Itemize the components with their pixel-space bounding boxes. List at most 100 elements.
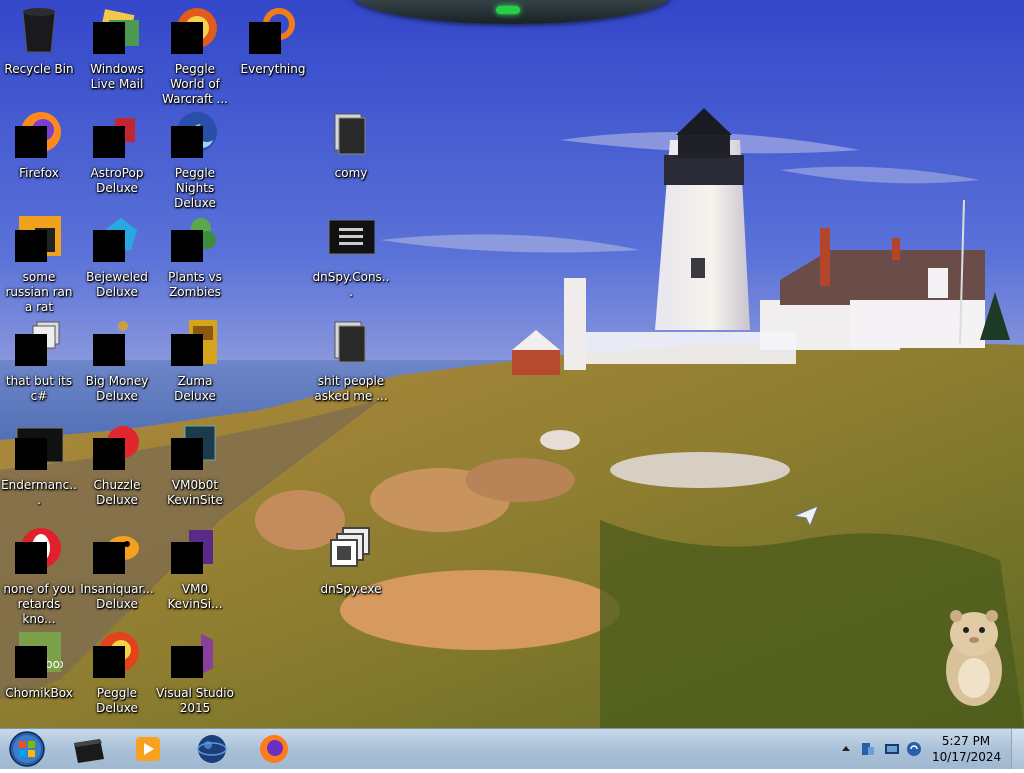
desktop-icon-comy[interactable]: comy [312, 110, 390, 206]
system-tray: 5:27 PM 10/17/2024 [838, 729, 1024, 769]
redaction-box [93, 438, 125, 470]
desktop-icon-vm0b0t-kevinsite[interactable]: VM0b0t KevinSite [156, 422, 234, 518]
desktop-icon-plants-vs-zombies[interactable]: Plants vs Zombies [156, 214, 234, 310]
peggle-icon [93, 630, 141, 678]
desktop-icon-bejeweled-deluxe[interactable]: Bejeweled Deluxe [78, 214, 156, 310]
chomikbox-icon: box [15, 630, 67, 678]
fish-icon [93, 526, 141, 574]
desktop-icon-none-of-you-retards[interactable]: none of you retards kno... [0, 526, 78, 626]
icon-label: Bejeweled Deluxe [86, 270, 148, 299]
clock-time: 5:27 PM [941, 734, 991, 748]
folder-icon [327, 110, 375, 158]
volume-icon[interactable] [906, 741, 922, 757]
media-player-icon [136, 737, 160, 761]
icon-label: Endermanc... [1, 478, 77, 507]
icon-label: VM0 KevinSi... [167, 582, 223, 611]
firefox-icon [260, 735, 288, 763]
console-icon [327, 214, 376, 262]
taskbar-clock[interactable]: 5:27 PM 10/17/2024 [932, 733, 1002, 765]
icon-label: none of you retards kno... [3, 582, 75, 626]
redaction-box [171, 126, 203, 158]
globe-icon [197, 735, 227, 763]
gadget-status-led [496, 6, 520, 14]
search-icon [249, 6, 297, 54]
desktop-icon-shit-people-asked-me[interactable]: shit people asked me ... [312, 318, 390, 414]
icon-label: Peggle Nights Deluxe [174, 166, 216, 210]
dnspy-icon [327, 526, 375, 574]
gem-icon [93, 214, 141, 262]
mail-icon [93, 6, 141, 54]
desktop-icon-recycle-bin[interactable]: Recycle Bin [0, 6, 78, 102]
desktop-icon-chuzzle-deluxe[interactable]: Chuzzle Deluxe [78, 422, 156, 518]
redaction-box [15, 230, 47, 262]
recycle-bin-icon [15, 6, 63, 54]
clock-date: 10/17/2024 [932, 750, 1002, 764]
icon-label: Chuzzle Deluxe [93, 478, 141, 507]
application-icon [15, 318, 63, 366]
redaction-box [93, 22, 125, 54]
mouse-pointer-icon [792, 504, 820, 532]
money-bag-icon [93, 318, 141, 366]
desktop-icon-some-russian-ran-a-rat[interactable]: some russian ran a rat [0, 214, 78, 314]
redaction-box [15, 646, 47, 678]
taskbar-explorer-button[interactable] [64, 731, 112, 767]
redaction-box [93, 334, 125, 366]
show-desktop-button[interactable] [1011, 729, 1024, 769]
icon-label: Zuma Deluxe [174, 374, 216, 403]
peggle-icon [171, 110, 219, 158]
desktop-icon-everything[interactable]: Everything [234, 6, 312, 102]
icon-label: dnSpy.exe [320, 582, 382, 596]
desktop-icon-peggle-world-of-warcraft[interactable]: Peggle World of Warcraft ... [156, 6, 234, 106]
redaction-box [93, 646, 125, 678]
desktop-icon-chomikbox[interactable]: box ChomikBox [0, 630, 78, 726]
desktop-icon-endermanch[interactable]: Endermanc... [0, 422, 78, 518]
start-button[interactable] [6, 729, 48, 769]
desktop-icon-dnspy-console[interactable]: dnSpy.Cons... [312, 214, 390, 310]
desktop-icon-peggle-deluxe[interactable]: Peggle Deluxe [78, 630, 156, 726]
redaction-box [171, 230, 203, 262]
redaction-box [171, 334, 203, 366]
show-hidden-icons-chevron-icon[interactable] [838, 741, 854, 757]
redaction-box [171, 438, 203, 470]
redaction-box [15, 126, 47, 158]
icon-label: VM0b0t KevinSite [167, 478, 223, 507]
taskbar-firefox-button[interactable] [250, 731, 298, 767]
icon-label: Everything [240, 62, 306, 76]
desktop-icon-dnspy-exe[interactable]: dnSpy.exe [312, 526, 390, 622]
redaction-box [93, 126, 125, 158]
desktop-icon-visual-studio-2015[interactable]: Visual Studio 2015 [156, 630, 234, 726]
redaction-box [171, 22, 203, 54]
redaction-box [93, 230, 125, 262]
desktop-icon-that-but-its-c[interactable]: that but its c# [0, 318, 78, 414]
console-icon [15, 422, 64, 470]
application-icon [171, 422, 219, 470]
network-icon[interactable] [860, 741, 876, 757]
desktop-icon-zuma-deluxe[interactable]: Zuma Deluxe [156, 318, 234, 414]
display-icon[interactable] [884, 741, 900, 757]
desktop-icon-windows-live-mail[interactable]: Windows Live Mail [78, 6, 156, 102]
explorer-icon [74, 739, 104, 763]
icon-label: that but its c# [5, 374, 73, 403]
redaction-box [171, 646, 203, 678]
plant-icon [171, 214, 219, 262]
taskbar-media-player-button[interactable] [124, 731, 172, 767]
icon-label: Peggle Deluxe [96, 686, 138, 715]
desktop-icon-big-money-deluxe[interactable]: Big Money Deluxe [78, 318, 156, 414]
desktop-icon-peggle-nights-deluxe[interactable]: Peggle Nights Deluxe [156, 110, 234, 210]
desktop-icon-insaniquarium-deluxe[interactable]: Insaniquar... Deluxe [78, 526, 156, 622]
application-icon [171, 526, 219, 574]
hamster-mascot-icon[interactable] [938, 604, 1010, 712]
redaction-box [171, 542, 203, 574]
icon-label: comy [334, 166, 368, 180]
desktop-icon-astropop-deluxe[interactable]: AstroPop Deluxe [78, 110, 156, 206]
icon-label: shit people asked me ... [314, 374, 388, 403]
taskbar-globe-button[interactable] [188, 731, 236, 767]
redaction-box [15, 542, 47, 574]
zuma-icon [171, 318, 219, 366]
svg-text:box: box [45, 657, 63, 671]
desktop-icon-firefox[interactable]: Firefox [0, 110, 78, 206]
icon-label: AstroPop Deluxe [90, 166, 144, 195]
firefox-icon [15, 110, 63, 158]
desktop-icon-vm0-kevinsite[interactable]: VM0 KevinSi... [156, 526, 234, 622]
peggle-icon [171, 6, 219, 54]
